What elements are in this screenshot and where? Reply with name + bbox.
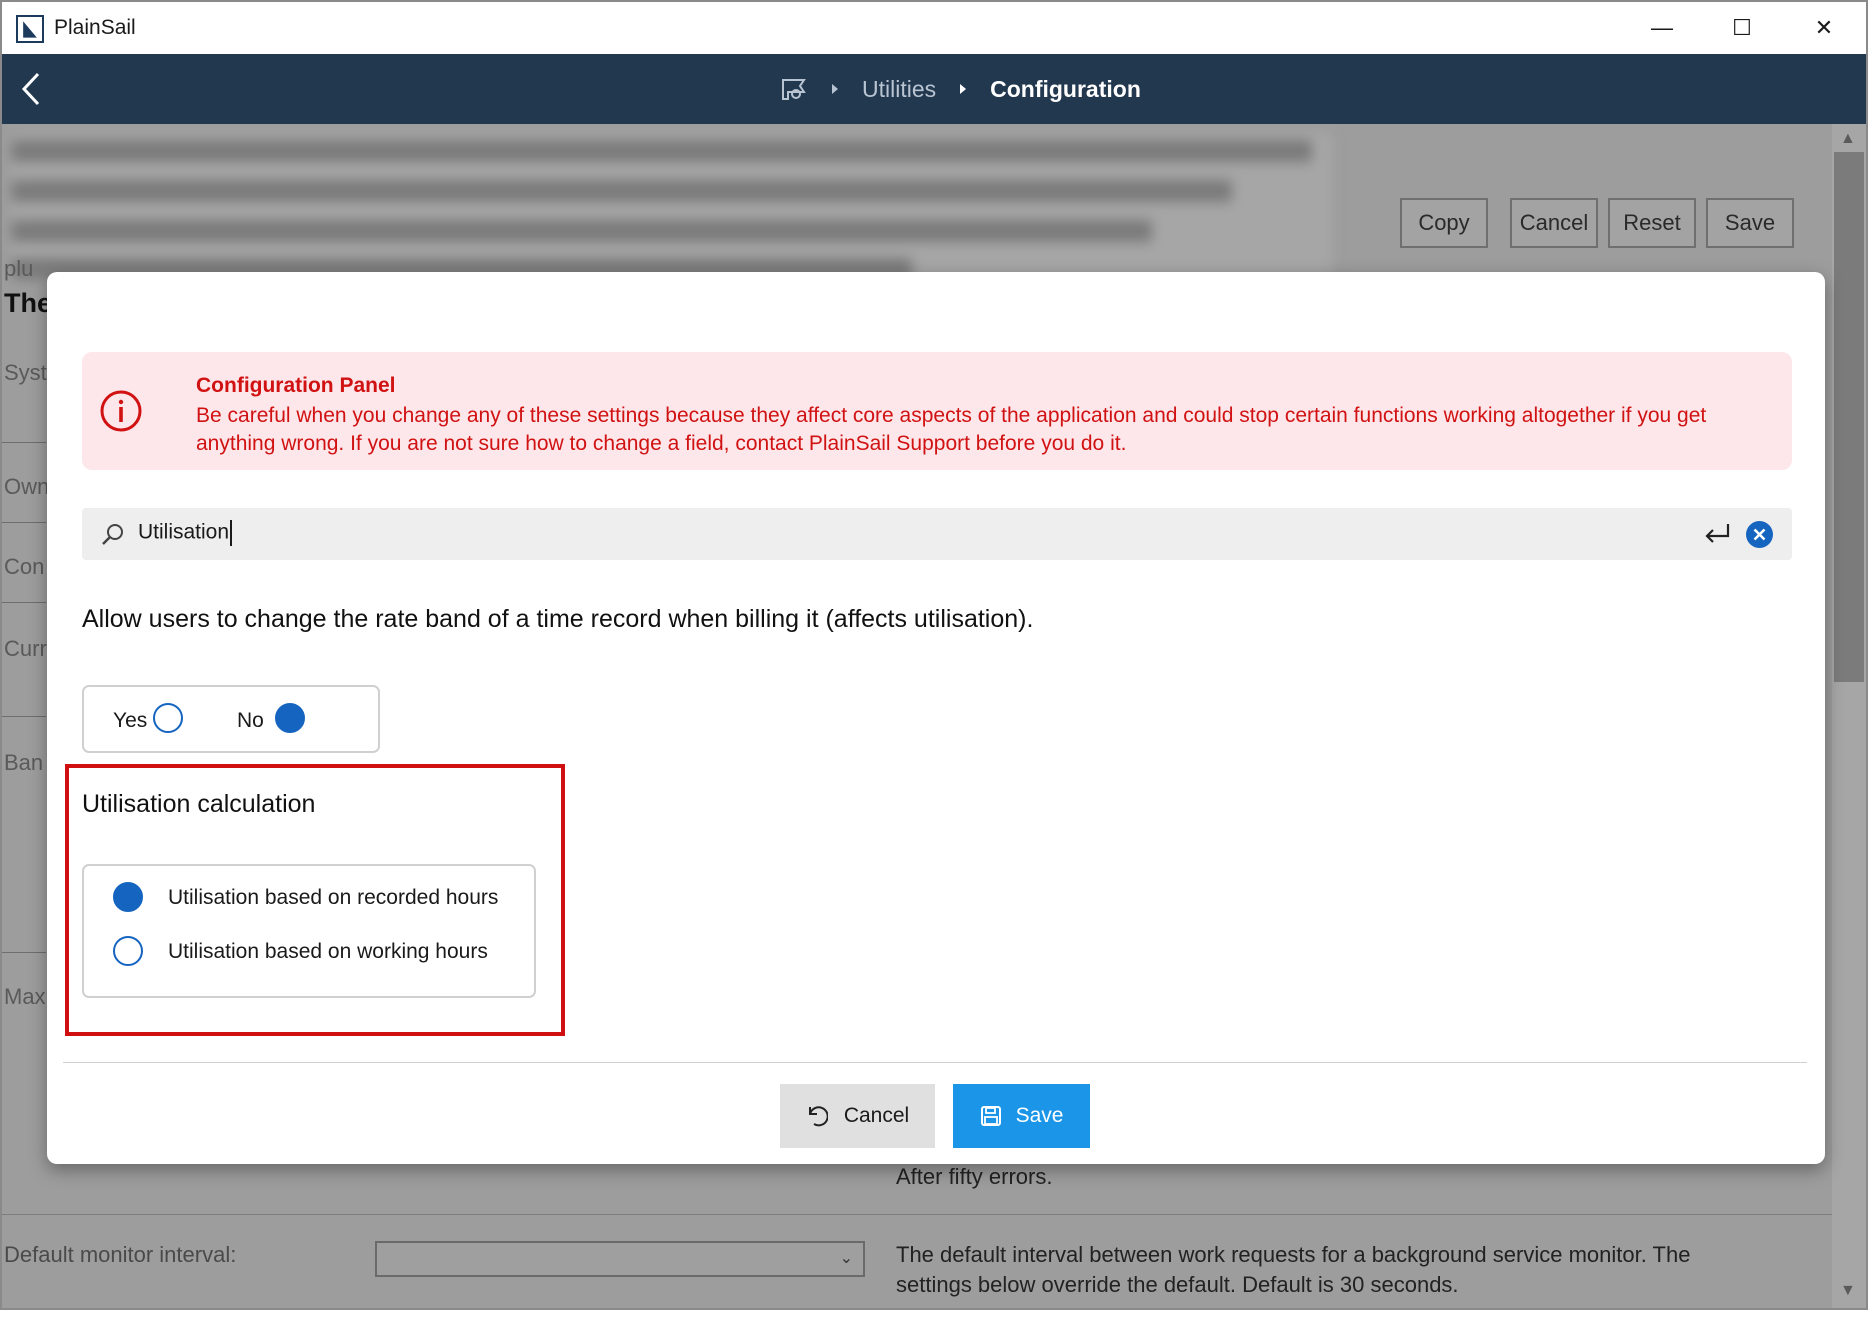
search-input[interactable]: Utilisation: [138, 520, 233, 546]
breadcrumb-chevron-icon: [960, 84, 967, 94]
maximize-button[interactable]: ☐: [1702, 2, 1782, 54]
app-window: PlainSail — ☐ ✕ Utilities Configuration: [0, 0, 1868, 1310]
scroll-down-icon[interactable]: ▼: [1840, 1282, 1856, 1300]
home-flag-icon[interactable]: [780, 77, 808, 101]
search-icon: [102, 524, 123, 545]
bg-side-heading: The: [4, 288, 53, 318]
utilisation-radio-group: Utilisation based on recorded hours Util…: [82, 864, 536, 998]
working-hours-radio[interactable]: [113, 936, 143, 966]
utilisation-calculation-title: Utilisation calculation: [82, 790, 316, 818]
nav-bar: Utilities Configuration: [2, 54, 1866, 124]
alert-message: Be careful when you change any of these …: [196, 404, 1707, 455]
breadcrumb-chevron-icon: [832, 84, 838, 94]
floppy-disk-icon: [980, 1106, 1001, 1126]
breadcrumb-configuration: Configuration: [990, 75, 1141, 102]
bg-side-label: Own: [4, 474, 50, 499]
dialog-save-button[interactable]: Save: [953, 1084, 1090, 1148]
recorded-hours-label[interactable]: Utilisation based on recorded hours: [168, 886, 498, 910]
rate-band-radio-group: Yes No: [82, 685, 380, 753]
search-field[interactable]: Utilisation: [82, 508, 1792, 560]
save-button-label: Save: [1015, 1104, 1064, 1127]
recorded-hours-radio[interactable]: [113, 882, 143, 912]
alert-title: Configuration Panel: [196, 374, 396, 397]
warning-alert: Configuration Panel Be careful when you …: [82, 352, 1792, 470]
clear-search-icon[interactable]: [1745, 520, 1774, 549]
working-hours-label[interactable]: Utilisation based on working hours: [168, 940, 488, 964]
no-option-label: No: [237, 709, 264, 732]
bg-side-label: Curr: [4, 636, 47, 661]
bg-side-label: Ban: [4, 750, 44, 775]
rate-band-setting-label: Allow users to change the rate band of a…: [82, 605, 1034, 633]
bg-monitor-interval-label: Default monitor interval:: [4, 1242, 237, 1267]
undo-icon: [808, 1106, 828, 1127]
yes-radio[interactable]: [153, 703, 183, 733]
bg-copy-button: Copy: [1400, 198, 1488, 248]
app-name: PlainSail: [54, 16, 136, 39]
close-window-button[interactable]: ✕: [1784, 2, 1864, 54]
title-bar: PlainSail — ☐ ✕: [2, 2, 1866, 54]
blurred-content: [12, 132, 1332, 282]
plainsail-logo-icon: [16, 15, 44, 43]
bg-side-label: Con: [4, 554, 45, 579]
bg-monitor-desc-line2: settings below override the default. Def…: [896, 1272, 1459, 1297]
info-icon: [100, 390, 142, 432]
bg-reset-button: Reset: [1608, 198, 1696, 248]
back-arrow-icon[interactable]: [12, 66, 52, 112]
breadcrumb-utilities[interactable]: Utilities: [862, 76, 936, 103]
bg-save-button: Save: [1706, 198, 1794, 248]
breadcrumb: Utilities Configuration: [780, 72, 1141, 106]
enter-return-icon[interactable]: [1702, 520, 1732, 548]
bg-cancel-button: Cancel: [1510, 198, 1598, 248]
dialog-divider: [63, 1062, 1807, 1063]
bg-side-label: plu: [4, 256, 34, 281]
scrollbar-thumb[interactable]: [1834, 152, 1864, 682]
minimize-button[interactable]: —: [1622, 2, 1702, 54]
no-radio[interactable]: [275, 703, 305, 733]
bg-side-label: Syst: [4, 360, 47, 385]
dialog-cancel-button[interactable]: Cancel: [780, 1084, 935, 1148]
bg-monitor-interval-select: ⌄: [375, 1241, 865, 1277]
bg-side-label: Max: [4, 984, 46, 1009]
configuration-dialog: Configuration Panel Be careful when you …: [47, 272, 1825, 1164]
scroll-up-icon[interactable]: ▲: [1840, 130, 1856, 148]
yes-option-label: Yes: [113, 709, 148, 732]
chevron-down-icon: ⌄: [839, 1250, 853, 1267]
cancel-button-label: Cancel: [843, 1104, 910, 1127]
bg-monitor-desc-line1: The default interval between work reques…: [896, 1242, 1691, 1267]
bg-error-threshold-text: After fifty errors.: [896, 1164, 1053, 1189]
